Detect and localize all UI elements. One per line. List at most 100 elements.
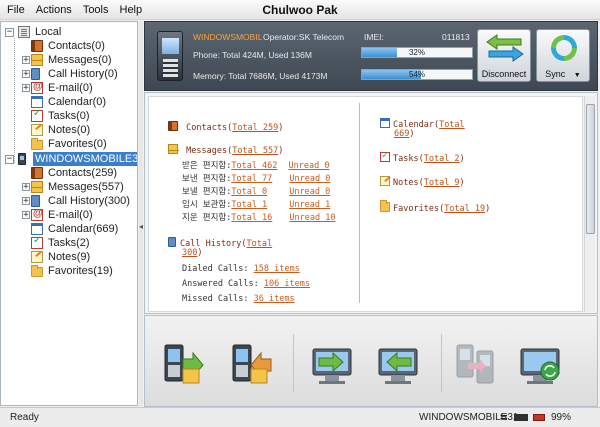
tree-item-local-call-history[interactable]: + Call History(0): [22, 67, 120, 81]
sync-button[interactable]: Sync ▼: [536, 29, 590, 82]
tree-item-local-tasks[interactable]: Tasks(0): [31, 108, 92, 123]
contacts-icon: [31, 167, 43, 179]
notes-label: Notes: [393, 178, 419, 188]
folder-unread-link[interactable]: Unread 1: [289, 200, 330, 210]
tree-item-device-messages[interactable]: + Messages(557): [22, 180, 126, 194]
sync-dropdown-icon[interactable]: ▼: [574, 72, 581, 79]
expand-icon[interactable]: +: [22, 197, 30, 206]
import-to-phone-icon[interactable]: [159, 339, 205, 389]
disconnect-label: Disconnect: [481, 69, 527, 79]
tree-label: Call History(300): [48, 195, 130, 207]
title-bar: File Actions Tools Help Chulwoo Pak: [0, 0, 600, 20]
notes-icon: [380, 176, 390, 186]
calendar-total-link[interactable]: Total: [439, 120, 465, 130]
expand-icon[interactable]: +: [22, 56, 30, 65]
notes-icon: [31, 124, 43, 136]
tree-label: E-mail(0): [48, 209, 93, 221]
tree-label: Calendar(0): [48, 96, 107, 108]
folder-unread-link[interactable]: Unread 0: [289, 187, 330, 197]
call-row-link[interactable]: 158 items: [254, 264, 300, 274]
imei-value: 011813: [442, 32, 470, 42]
folder-unread-link[interactable]: Unread 0: [289, 161, 330, 171]
backup-to-pc-icon[interactable]: [309, 339, 355, 389]
tree-label: E-mail(0): [48, 82, 93, 94]
expand-icon[interactable]: +: [22, 84, 30, 93]
folder-total-link[interactable]: Total 0: [231, 187, 267, 197]
action-toolbar: [144, 315, 598, 407]
messages-icon: [168, 144, 178, 154]
tree-node-device[interactable]: − WINDOWSMOBILE31: [5, 152, 137, 166]
tree-item-local-email[interactable]: + E-mail(0): [22, 81, 95, 95]
tree-item-device-notes[interactable]: Notes(9): [31, 250, 92, 264]
messages-total-link[interactable]: Total 557: [232, 146, 278, 156]
favorites-total-link[interactable]: Total 19: [444, 204, 485, 214]
tree-item-device-favorites[interactable]: Favorites(19): [31, 264, 115, 278]
expand-icon[interactable]: +: [22, 183, 30, 192]
battery-icon: [533, 414, 545, 421]
tree-item-device-calendar[interactable]: Calendar(669): [31, 222, 120, 236]
message-folder-row: 보낼 편지함:Total 0 Unread 0: [182, 185, 330, 197]
folder-icon: [31, 265, 43, 277]
folder-unread-link[interactable]: Unread 0: [289, 174, 330, 184]
pane-splitter[interactable]: ◂: [139, 21, 143, 406]
collapse-icon[interactable]: −: [5, 154, 14, 164]
tasks-icon: [31, 108, 43, 122]
collapse-arrow-icon[interactable]: ◂: [139, 222, 143, 231]
call-history-section-cont: 300): [182, 248, 203, 258]
disconnect-button[interactable]: Disconnect: [477, 29, 531, 82]
calendar-section: Calendar(Total: [380, 118, 465, 130]
export-from-phone-icon[interactable]: [227, 339, 273, 389]
collapse-icon[interactable]: −: [5, 27, 14, 37]
folder-unread-link[interactable]: Unread 10: [289, 213, 335, 223]
notes-total-link[interactable]: Total 9: [424, 178, 460, 188]
tasks-section: Tasks(Total 2): [380, 150, 465, 164]
contacts-total-link[interactable]: Total 259: [232, 123, 278, 133]
folder-total-link[interactable]: Total 462: [231, 161, 277, 171]
usb-icon: ⇆: [500, 412, 508, 422]
call-history-total-link[interactable]: Total: [247, 239, 273, 249]
calendar-total-link-cont[interactable]: 669: [394, 129, 409, 139]
device-tree[interactable]: − Local Contacts(0) + Messages(0) + Call…: [0, 21, 138, 406]
tree-item-local-notes[interactable]: Notes(0): [31, 123, 92, 137]
call-row-link[interactable]: 36 items: [254, 294, 295, 304]
tree-item-device-contacts[interactable]: Contacts(259): [31, 166, 119, 180]
folder-total-link[interactable]: Total 1: [231, 200, 267, 210]
sync-icon: [551, 35, 577, 61]
call-row-link[interactable]: 106 items: [264, 279, 310, 289]
tree-label: Contacts(259): [48, 167, 118, 179]
folder-total-link[interactable]: Total 77: [231, 174, 272, 184]
tree-item-local-calendar[interactable]: Calendar(0): [31, 95, 108, 109]
contacts-icon: [168, 121, 178, 131]
calendar-icon: [31, 223, 43, 235]
tree-item-local-messages[interactable]: + Messages(0): [22, 53, 114, 67]
call-history-total-link-cont[interactable]: 300: [182, 248, 197, 258]
contacts-icon: [31, 40, 43, 52]
contacts-section: Contacts(Total 259): [168, 121, 283, 133]
summary-panel: Contacts(Total 259) Messages(Total 557) …: [144, 92, 598, 314]
favorites-section: Favorites(Total 19): [380, 200, 490, 214]
tree-item-local-favorites[interactable]: Favorites(0): [31, 137, 109, 151]
sync-pc-icon[interactable]: [517, 339, 563, 389]
tree-label: Tasks(0): [48, 110, 90, 122]
folder-total-link[interactable]: Total 16: [231, 213, 272, 223]
expand-icon[interactable]: +: [22, 70, 30, 79]
battery-charger-icon: [514, 414, 528, 421]
tree-node-local[interactable]: − Local: [5, 25, 63, 39]
tree-item-device-call-history[interactable]: + Call History(300): [22, 194, 132, 208]
column-divider: [359, 103, 360, 303]
phone-to-phone-icon[interactable]: [453, 339, 499, 389]
toolbar-divider: [441, 334, 442, 392]
tree-item-device-tasks[interactable]: Tasks(2): [31, 235, 92, 250]
computer-icon: [18, 26, 30, 38]
expand-icon[interactable]: +: [22, 211, 30, 220]
restore-from-pc-icon[interactable]: [375, 339, 421, 389]
tree-item-local-contacts[interactable]: Contacts(0): [31, 39, 107, 53]
scrollbar-thumb[interactable]: [586, 104, 595, 234]
tree-label: Contacts(0): [48, 40, 105, 52]
tasks-total-link[interactable]: Total 2: [424, 154, 460, 164]
tree-item-device-email[interactable]: + E-mail(0): [22, 208, 95, 222]
summary-scrollbar[interactable]: [584, 96, 595, 312]
mobile-device-icon: [18, 153, 26, 165]
tree-label: Calendar(669): [48, 223, 119, 235]
call-history-icon: [31, 195, 40, 207]
